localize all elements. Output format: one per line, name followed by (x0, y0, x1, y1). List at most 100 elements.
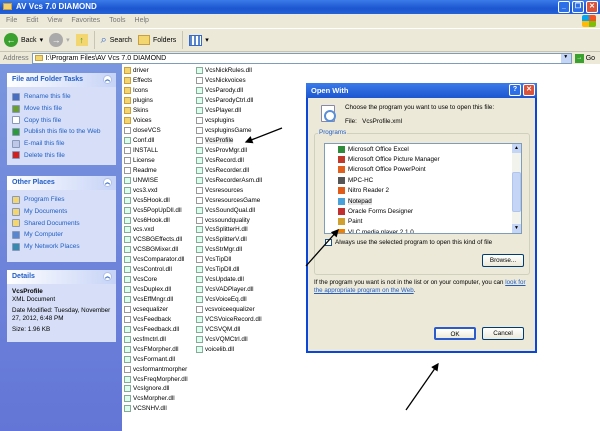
file-item[interactable]: VcsProvMgr.dll (196, 146, 262, 156)
file-item[interactable]: Readme (124, 165, 188, 175)
program-item[interactable]: Paint (325, 217, 521, 227)
cancel-button[interactable]: Cancel (482, 327, 524, 340)
views-button[interactable]: ▾ (189, 34, 209, 46)
file-item[interactable]: VCSBGEffects.dll (124, 235, 188, 245)
file-item[interactable]: VcsTipDll (196, 255, 262, 265)
file-item[interactable]: VcsPlayer.dll (196, 106, 262, 116)
file-item[interactable]: VcsRecorderAsm.dll (196, 175, 262, 185)
scroll-thumb[interactable] (512, 172, 521, 212)
file-item[interactable]: Voices (124, 116, 188, 126)
file-item[interactable]: VcsresourcesGame (196, 195, 262, 205)
places-link[interactable]: Shared Documents (12, 217, 111, 229)
file-item[interactable]: voicelib.dll (196, 344, 262, 354)
file-item[interactable]: VcsUpdate.dll (196, 275, 262, 285)
program-item[interactable]: Notepad (325, 196, 521, 206)
collapse-icon[interactable]: ︽ (103, 178, 112, 187)
restore-button[interactable]: ❐ (572, 1, 584, 13)
checkbox-icon[interactable] (325, 239, 332, 246)
file-item[interactable]: VcsVADPlayer.dll (196, 285, 262, 295)
program-item[interactable]: Nitro Reader 2 (325, 186, 521, 196)
file-item[interactable]: VcsVQMCtrl.dll (196, 334, 262, 344)
file-item[interactable]: vcsplugins (196, 116, 262, 126)
file-item[interactable]: VCSNHV.dll (124, 404, 188, 414)
programs-list[interactable]: Microsoft Office Excel Microsoft Office P… (324, 143, 522, 234)
file-item[interactable]: Skins (124, 106, 188, 116)
file-item[interactable]: VcsIgnore.dll (124, 384, 188, 394)
program-item[interactable]: Oracle Forms Designer (325, 206, 521, 216)
file-item[interactable]: Vcs5Hook.dll (124, 195, 188, 205)
always-use-checkbox[interactable]: Always use the selected program to open … (325, 239, 492, 246)
file-item[interactable]: Vcsresources (196, 185, 262, 195)
address-input[interactable]: I:\Program Files\AV Vcs 7.0 DIAMOND ▼ (31, 52, 572, 64)
file-item[interactable]: VcsNickRules.dll (196, 66, 262, 76)
file-item[interactable]: vcs3.vxd (124, 185, 188, 195)
collapse-icon[interactable]: ︽ (103, 75, 112, 84)
program-item[interactable]: Microsoft Office PowerPoint (325, 165, 521, 175)
file-item[interactable]: plugins (124, 96, 188, 106)
file-item[interactable]: VcsParodyCtrl.dll (196, 96, 262, 106)
file-item[interactable]: License (124, 155, 188, 165)
file-item[interactable]: Conf.dll (124, 136, 188, 146)
file-item[interactable]: vcspluginsGame (196, 126, 262, 136)
file-item[interactable]: vcsfmctrl.dll (124, 334, 188, 344)
file-item[interactable]: driver (124, 66, 188, 76)
file-item[interactable]: VcsTipDll.dll (196, 265, 262, 275)
file-item[interactable]: VcsFMorpher.dll (124, 344, 188, 354)
file-item[interactable]: INSTALL (124, 146, 188, 156)
file-item[interactable]: VcsFeedback.dll (124, 324, 188, 334)
tasks-link[interactable]: Delete this file (12, 149, 111, 161)
help-button[interactable]: ? (509, 84, 521, 96)
menu-edit[interactable]: Edit (26, 17, 38, 25)
ok-button[interactable]: OK (434, 327, 476, 340)
menu-view[interactable]: View (47, 17, 62, 25)
menu-favorites[interactable]: Favorites (71, 17, 100, 25)
file-item[interactable]: Icons (124, 86, 188, 96)
close-button[interactable]: ✕ (586, 1, 598, 13)
file-item[interactable]: VCSVoiceRecord.dll (196, 314, 262, 324)
file-item[interactable]: closeVCS (124, 126, 188, 136)
file-item[interactable]: vcssoundquality (196, 215, 262, 225)
places-link[interactable]: Program Files (12, 194, 111, 206)
tasks-link[interactable]: Move this file (12, 103, 111, 115)
browse-button[interactable]: Browse... (482, 254, 524, 267)
program-item[interactable]: VLC media player 2.1.0 (325, 227, 521, 233)
file-item[interactable]: vcs.vxd (124, 225, 188, 235)
tasks-link[interactable]: Copy this file (12, 114, 111, 126)
up-folder-button[interactable]: ↑ (75, 34, 88, 46)
file-item[interactable]: VcsComparator.dll (124, 255, 188, 265)
file-item[interactable]: VcsSoundQual.dll (196, 205, 262, 215)
go-button[interactable]: → Go (574, 53, 595, 63)
file-item[interactable]: VcsEffMngr.dll (124, 295, 188, 305)
places-link[interactable]: My Network Places (12, 241, 111, 253)
file-item[interactable]: UNWISE (124, 175, 188, 185)
forward-button[interactable]: → ▾ (49, 33, 70, 47)
file-item[interactable]: VcsFormant.dll (124, 354, 188, 364)
menu-file[interactable]: File (6, 17, 17, 25)
program-item[interactable]: MPC-HC (325, 175, 521, 185)
file-item[interactable]: VcsDuplex.dll (124, 285, 188, 295)
file-item[interactable]: Vcs5PopUpDll.dll (124, 205, 188, 215)
program-item[interactable]: Microsoft Office Picture Manager (325, 154, 521, 164)
file-item[interactable]: VcsMorpher.dll (124, 394, 188, 404)
file-item[interactable]: vcsequalizer (124, 305, 188, 315)
dialog-close-button[interactable]: ✕ (523, 84, 535, 96)
tasks-link[interactable]: Publish this file to the Web (12, 126, 111, 138)
file-item[interactable]: VcsControl.dll (124, 265, 188, 275)
program-item[interactable]: Microsoft Office Excel (325, 144, 521, 154)
file-item[interactable]: VcsSplitterV.dll (196, 235, 262, 245)
file-item[interactable]: Effects (124, 76, 188, 86)
file-item[interactable]: VCSVQM.dll (196, 324, 262, 334)
file-item[interactable]: vcsformantmorpher (124, 364, 188, 374)
file-item[interactable]: VcsSplitterH.dll (196, 225, 262, 235)
search-button[interactable]: ⌕ Search (101, 34, 132, 47)
file-item[interactable]: VcsProfile (196, 136, 262, 146)
menu-tools[interactable]: Tools (109, 17, 125, 25)
file-item[interactable]: VcsNickvoices (196, 76, 262, 86)
file-item[interactable]: VcsRecorder.dll (196, 165, 262, 175)
file-item[interactable]: VcsFreqMorpher.dll (124, 374, 188, 384)
file-item[interactable]: VcsFeedback (124, 314, 188, 324)
scroll-down-icon[interactable]: ▼ (512, 224, 521, 233)
tasks-link[interactable]: Rename this file (12, 91, 111, 103)
back-button[interactable]: ← Back ▾ (4, 33, 43, 47)
folders-button[interactable]: Folders (137, 35, 176, 45)
